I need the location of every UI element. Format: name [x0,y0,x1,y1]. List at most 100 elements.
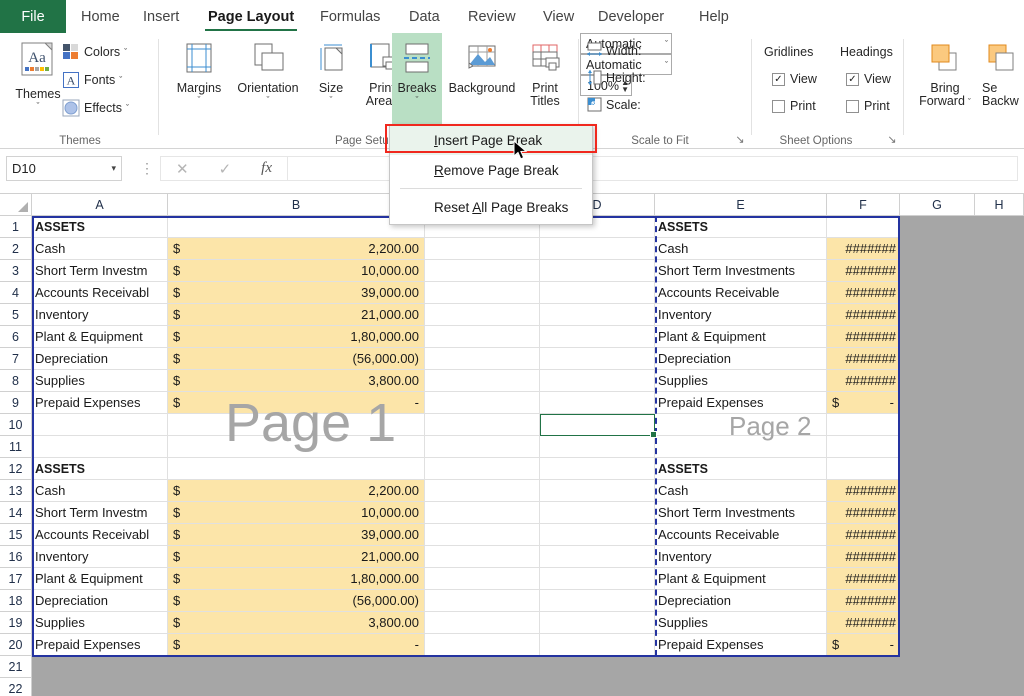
cell-C6[interactable] [425,326,540,348]
cell-B19[interactable]: $3,800.00 [168,612,425,634]
sheet-options-dialog-launcher[interactable]: ↘ [886,134,898,146]
orientation-button[interactable]: Orientation ˇ [230,37,306,105]
cell-B10[interactable] [168,414,425,436]
row-header-5[interactable]: 5 [0,304,32,326]
cell-F19[interactable]: ####### [827,612,900,634]
cell-A14[interactable]: Short Term Investm [32,502,168,524]
chevron-down-icon[interactable]: ˇ [267,95,270,105]
headings-view-checkbox[interactable]: ✓ View [846,72,891,86]
cell-A12[interactable]: ASSETS [32,458,168,480]
cell-F18[interactable]: ####### [827,590,900,612]
row-header-6[interactable]: 6 [0,326,32,348]
cell-D15[interactable] [540,524,655,546]
cell-D3[interactable] [540,260,655,282]
cell-A4[interactable]: Accounts Receivabl [32,282,168,304]
row-header-4[interactable]: 4 [0,282,32,304]
colors-button[interactable]: Colors ˇ [62,43,127,61]
cell-E16[interactable]: Inventory [655,546,827,568]
cell-F8[interactable]: ####### [827,370,900,392]
headings-print-checkbox[interactable]: Print [846,99,890,113]
size-button[interactable]: Size ˇ [308,37,354,105]
cell-E11[interactable] [655,436,827,458]
cell-A19[interactable]: Supplies [32,612,168,634]
row-header-17[interactable]: 17 [0,568,32,590]
cell-A11[interactable] [32,436,168,458]
cell-B14[interactable]: $10,000.00 [168,502,425,524]
cell-A5[interactable]: Inventory [32,304,168,326]
cell-D13[interactable] [540,480,655,502]
cell-E20[interactable]: Prepaid Expenses [655,634,827,656]
cell-E4[interactable]: Accounts Receivable [655,282,827,304]
cell-B4[interactable]: $39,000.00 [168,282,425,304]
cell-E1[interactable]: ASSETS [655,216,827,238]
cell-D11[interactable] [540,436,655,458]
cell-F4[interactable]: ####### [827,282,900,304]
column-header-e[interactable]: E [655,194,827,216]
row-header-2[interactable]: 2 [0,238,32,260]
cell-F20[interactable]: $ - [827,634,900,656]
cell-F16[interactable]: ####### [827,546,900,568]
select-all-corner[interactable] [0,194,32,216]
menu-item-remove-page-break[interactable]: Remove Page Break [390,155,592,185]
cell-C16[interactable] [425,546,540,568]
cell-E7[interactable]: Depreciation [655,348,827,370]
cell-A15[interactable]: Accounts Receivabl [32,524,168,546]
bring-forward-button[interactable]: Bring Forward ˇ [910,37,980,109]
cell-C9[interactable] [425,392,540,414]
chevron-down-icon[interactable]: ▾ [111,163,116,174]
cell-B15[interactable]: $39,000.00 [168,524,425,546]
row-header-12[interactable]: 12 [0,458,32,480]
cell-C4[interactable] [425,282,540,304]
cell-C5[interactable] [425,304,540,326]
cell-A13[interactable]: Cash [32,480,168,502]
cell-E18[interactable]: Depreciation [655,590,827,612]
cell-E3[interactable]: Short Term Investments [655,260,827,282]
send-backward-button[interactable]: Se Backw [982,37,1024,109]
insert-function-icon[interactable]: fx [261,160,272,177]
cell-B18[interactable]: $ (56,000.00) [168,590,425,612]
cell-B16[interactable]: $21,000.00 [168,546,425,568]
tab-home[interactable]: Home [72,0,129,33]
cell-E9[interactable]: Prepaid Expenses [655,392,827,414]
cell-A20[interactable]: Prepaid Expenses [32,634,168,656]
chevron-down-icon[interactable]: ˇ [330,95,333,105]
cell-C19[interactable] [425,612,540,634]
print-titles-button[interactable]: Print Titles [520,37,570,109]
tab-review[interactable]: Review [459,0,525,33]
column-header-h[interactable]: H [975,194,1024,216]
cell-D12[interactable] [540,458,655,480]
row-header-15[interactable]: 15 [0,524,32,546]
row-header-10[interactable]: 10 [0,414,32,436]
cell-B2[interactable]: $2,200.00 [168,238,425,260]
column-header-g[interactable]: G [900,194,975,216]
cell-B6[interactable]: $1,80,000.00 [168,326,425,348]
cell-F15[interactable]: ####### [827,524,900,546]
cell-D18[interactable] [540,590,655,612]
cell-D5[interactable] [540,304,655,326]
cell-E15[interactable]: Accounts Receivable [655,524,827,546]
cell-A9[interactable]: Prepaid Expenses [32,392,168,414]
tab-developer[interactable]: Developer [589,0,673,33]
row-header-16[interactable]: 16 [0,546,32,568]
cancel-icon[interactable]: ✕ [176,160,189,178]
cell-A7[interactable]: Depreciation [32,348,168,370]
cell-C13[interactable] [425,480,540,502]
cell-C11[interactable] [425,436,540,458]
row-header-11[interactable]: 11 [0,436,32,458]
chevron-down-icon[interactable]: ˇ [198,95,201,105]
cell-E8[interactable]: Supplies [655,370,827,392]
chevron-down-icon[interactable]: ˇ [124,47,127,57]
cell-F6[interactable]: ####### [827,326,900,348]
cell-F3[interactable]: ####### [827,260,900,282]
column-header-b[interactable]: B [168,194,425,216]
cell-C2[interactable] [425,238,540,260]
tab-view[interactable]: View [534,0,583,33]
row-header-9[interactable]: 9 [0,392,32,414]
name-box[interactable]: D10 ▾ [6,156,122,181]
cell-A8[interactable]: Supplies [32,370,168,392]
cell-A1[interactable]: ASSETS [32,216,168,238]
row-header-14[interactable]: 14 [0,502,32,524]
tab-data[interactable]: Data [400,0,449,33]
cell-B3[interactable]: $10,000.00 [168,260,425,282]
cell-A6[interactable]: Plant & Equipment [32,326,168,348]
